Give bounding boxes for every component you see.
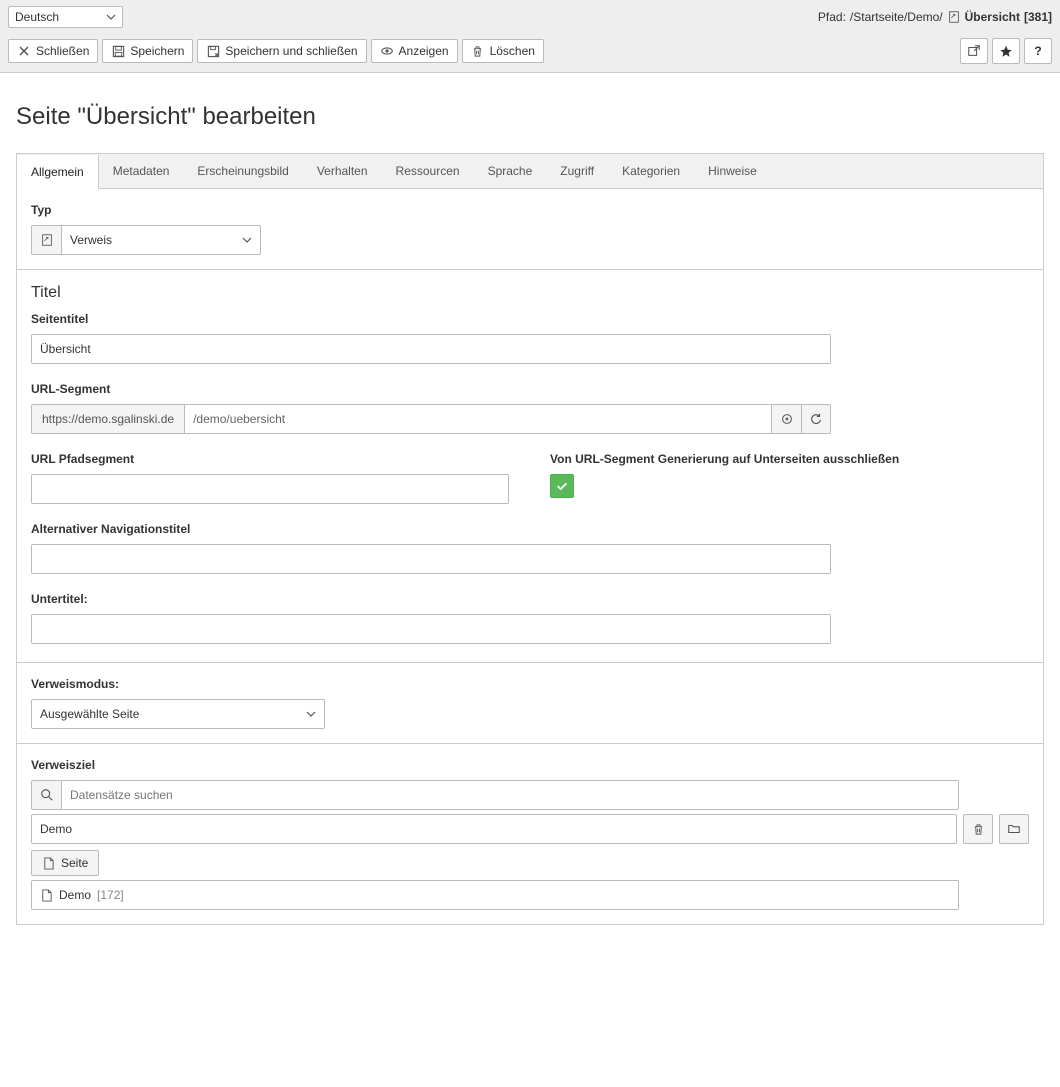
subtitle-input[interactable] bbox=[31, 614, 831, 644]
page-icon bbox=[42, 857, 55, 870]
tab-appearance[interactable]: Erscheinungsbild bbox=[183, 154, 302, 188]
nav-title-input[interactable] bbox=[31, 544, 831, 574]
exclude-label: Von URL-Segment Generierung auf Untersei… bbox=[550, 452, 1029, 466]
url-refresh-button[interactable] bbox=[801, 404, 831, 434]
tab-categories[interactable]: Kategorien bbox=[608, 154, 694, 188]
record-search-input[interactable] bbox=[61, 780, 959, 810]
chevron-down-icon bbox=[106, 12, 116, 22]
type-select[interactable]: Verweis bbox=[31, 225, 261, 255]
page-title-input[interactable] bbox=[31, 334, 831, 364]
tabs: Allgemein Metadaten Erscheinungsbild Ver… bbox=[16, 153, 1044, 188]
open-new-button[interactable] bbox=[960, 38, 988, 64]
exclude-checkbox[interactable] bbox=[550, 474, 574, 498]
url-path-input[interactable] bbox=[31, 474, 509, 504]
record-item[interactable]: Demo [172] bbox=[31, 880, 959, 910]
remove-record-button[interactable] bbox=[963, 814, 993, 844]
title-heading: Titel bbox=[31, 284, 1029, 302]
close-button[interactable]: Schließen bbox=[8, 39, 98, 63]
search-icon bbox=[31, 780, 61, 810]
url-segment-input[interactable]: /demo/uebersicht bbox=[184, 404, 771, 434]
page-title-label: Seitentitel bbox=[31, 312, 1029, 326]
url-segment-label: URL-Segment bbox=[31, 382, 1029, 396]
eye-icon bbox=[380, 44, 394, 58]
tab-behaviour[interactable]: Verhalten bbox=[303, 154, 382, 188]
save-close-icon bbox=[206, 44, 220, 58]
page-browser-button[interactable]: Seite bbox=[31, 850, 99, 876]
nav-title-label: Alternativer Navigationstitel bbox=[31, 522, 1029, 536]
star-icon bbox=[999, 44, 1013, 58]
delete-button[interactable]: Löschen bbox=[462, 39, 544, 63]
link-lock-icon bbox=[780, 412, 794, 426]
tab-notes[interactable]: Hinweise bbox=[694, 154, 771, 188]
tab-access[interactable]: Zugriff bbox=[546, 154, 608, 188]
save-icon bbox=[111, 44, 125, 58]
page-icon bbox=[947, 10, 961, 24]
chevron-down-icon bbox=[306, 709, 316, 719]
folder-icon bbox=[1007, 822, 1021, 836]
path-id: [381] bbox=[1024, 10, 1052, 24]
selected-record-input[interactable]: Demo bbox=[31, 814, 957, 844]
close-icon bbox=[17, 44, 31, 58]
tab-language[interactable]: Sprache bbox=[474, 154, 547, 188]
type-label: Typ bbox=[31, 203, 1029, 217]
help-icon: ? bbox=[1034, 44, 1041, 58]
subtitle-label: Untertitel: bbox=[31, 592, 1029, 606]
url-lock-button[interactable] bbox=[771, 404, 801, 434]
tab-general[interactable]: Allgemein bbox=[16, 155, 99, 189]
view-button[interactable]: Anzeigen bbox=[371, 39, 458, 63]
external-link-icon bbox=[967, 44, 981, 58]
path-label: Pfad: bbox=[818, 10, 846, 24]
ref-mode-select[interactable]: Ausgewählte Seite bbox=[31, 699, 325, 729]
page-title: Seite "Übersicht" bearbeiten bbox=[16, 103, 1044, 131]
trash-icon bbox=[972, 823, 985, 836]
ref-mode-label: Verweismodus: bbox=[31, 677, 1029, 691]
language-select[interactable]: Deutsch bbox=[8, 6, 123, 28]
record-name: Demo bbox=[59, 888, 91, 902]
url-path-label: URL Pfadsegment bbox=[31, 452, 510, 466]
save-close-button[interactable]: Speichern und schließen bbox=[197, 39, 366, 63]
tab-metadata[interactable]: Metadaten bbox=[99, 154, 184, 188]
ref-target-label: Verweisziel bbox=[31, 758, 1029, 772]
page-icon bbox=[40, 889, 53, 902]
check-icon bbox=[555, 479, 569, 493]
save-button[interactable]: Speichern bbox=[102, 39, 193, 63]
path-value: /Startseite/Demo/ bbox=[850, 10, 943, 24]
browse-record-button[interactable] bbox=[999, 814, 1029, 844]
link-page-icon bbox=[32, 226, 62, 254]
ref-mode-select-text: Ausgewählte Seite bbox=[40, 707, 139, 721]
record-id: [172] bbox=[97, 888, 124, 902]
url-prefix: https://demo.sgalinski.de bbox=[31, 404, 184, 434]
type-select-text: Verweis bbox=[62, 233, 260, 247]
tab-resources[interactable]: Ressourcen bbox=[382, 154, 474, 188]
language-select-text: Deutsch bbox=[15, 10, 59, 24]
help-button[interactable]: ? bbox=[1024, 38, 1052, 64]
breadcrumb: Pfad: /Startseite/Demo/ Übersicht [381] bbox=[818, 10, 1052, 24]
refresh-icon bbox=[809, 412, 823, 426]
trash-icon bbox=[471, 44, 485, 58]
path-current: Übersicht bbox=[965, 10, 1020, 24]
bookmark-button[interactable] bbox=[992, 38, 1020, 64]
chevron-down-icon bbox=[242, 235, 252, 245]
